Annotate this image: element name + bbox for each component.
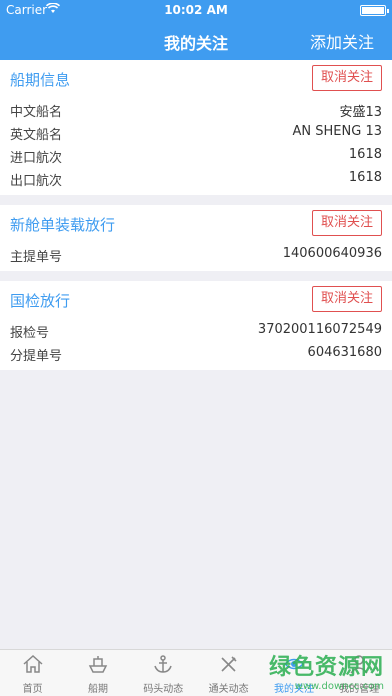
info-value: 370200116072549 — [257, 322, 382, 337]
header: Carrier 10:02 AM 我的关注 添加关注 — [0, 0, 392, 60]
card-header: 新舱单装载放行 取消关注 — [0, 205, 392, 243]
tab-label: 首页 — [22, 684, 43, 695]
card-padding — [0, 190, 392, 195]
info-value: 1618 — [348, 147, 382, 162]
watermark: 绿色资源网 www.downcc.com — [269, 649, 384, 692]
follow-card: 新舱单装载放行 取消关注主提单号 140600640936 — [0, 205, 392, 271]
card-padding — [0, 266, 392, 271]
add-follow-button[interactable]: 添加关注 — [310, 29, 374, 53]
unfollow-button[interactable]: 取消关注 — [312, 210, 382, 236]
info-label: 英文船名 — [10, 128, 63, 143]
info-row: 英文船名 AN SHENG 13 — [0, 121, 392, 144]
status-bar: Carrier 10:02 AM — [0, 0, 392, 20]
card-title: 国检放行 — [10, 292, 71, 310]
card-padding — [0, 365, 392, 370]
follow-card: 国检放行 取消关注报检号 370200116072549 分提单号 604631680 — [0, 281, 392, 370]
info-label: 出口航次 — [10, 174, 63, 189]
info-row: 出口航次 1618 — [0, 167, 392, 190]
tab-label: 船期 — [87, 684, 108, 695]
info-value: AN SHENG 13 — [292, 124, 382, 139]
clock: 10:02 AM — [164, 3, 228, 17]
info-row: 主提单号 140600640936 — [0, 243, 392, 266]
battery-icon — [360, 5, 389, 16]
info-value: 604631680 — [307, 345, 382, 360]
info-row: 中文船名 安盛13 — [0, 98, 392, 121]
info-row: 报检号 370200116072549 — [0, 319, 392, 342]
watermark-url: www.downcc.com — [294, 681, 384, 692]
card-header: 国检放行 取消关注 — [0, 281, 392, 319]
info-row: 分提单号 604631680 — [0, 342, 392, 365]
card-title: 船期信息 — [10, 71, 71, 89]
unfollow-button[interactable]: 取消关注 — [312, 65, 382, 91]
tab-1[interactable]: 首页 — [0, 650, 65, 696]
tools-icon — [196, 654, 261, 680]
anchor-icon — [131, 654, 196, 680]
tab-4[interactable]: 通关动态 — [196, 650, 261, 696]
nav-bar: 我的关注 添加关注 — [0, 20, 392, 60]
follow-card: 船期信息 取消关注 中文船名 安盛13 英文船名 AN SHENG 13 进口航次 1618 出… — [0, 60, 392, 195]
info-label: 中文船名 — [10, 105, 63, 120]
tab-label: 码头动态 — [143, 684, 184, 695]
info-label: 报检号 — [10, 326, 50, 341]
card-header: 船期信息 取消关注 — [0, 60, 392, 98]
info-label: 分提单号 — [10, 349, 63, 364]
follow-list: 船期信息 取消关注 中文船名 安盛13 英文船名 AN SHENG 13 进口航次 1618 出… — [0, 60, 392, 370]
watermark-title: 绿色资源网 — [268, 655, 384, 680]
ship-icon — [65, 654, 130, 680]
tab-2[interactable]: 船期 — [65, 650, 130, 696]
info-label: 进口航次 — [10, 151, 63, 166]
info-value: 140600640936 — [282, 246, 382, 261]
info-row: 进口航次 1618 — [0, 144, 392, 167]
info-value: 1618 — [348, 170, 382, 185]
card-title: 新舱单装载放行 — [10, 216, 116, 234]
info-label: 主提单号 — [10, 250, 63, 265]
home-icon — [0, 654, 65, 680]
info-value: 安盛13 — [339, 105, 382, 120]
tab-3[interactable]: 码头动态 — [131, 650, 196, 696]
tab-label: 通关动态 — [208, 684, 249, 695]
unfollow-button[interactable]: 取消关注 — [312, 286, 382, 312]
